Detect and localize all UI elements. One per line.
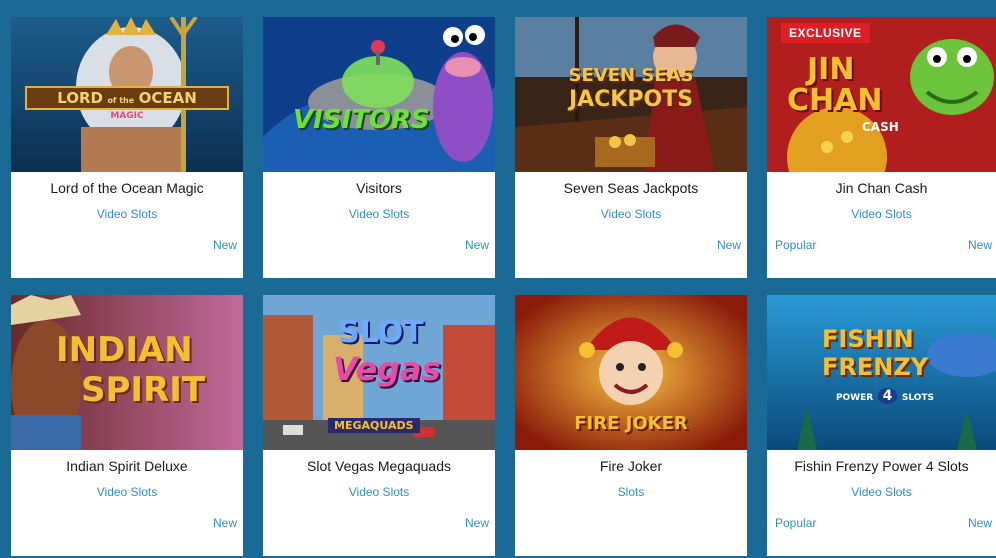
game-thumbnail[interactable]: FIRE JOKER [515,295,747,450]
game-category[interactable]: Video Slots [263,485,495,499]
game-logo: FIRE JOKER [574,413,688,434]
game-card-fire-joker[interactable]: FIRE JOKER Fire Joker Slots [515,295,747,556]
new-badge: New [212,516,237,530]
game-logo-line-3: MEGAQUADS [328,418,420,433]
game-card-indian-spirit-deluxe[interactable]: INDIAN SPIRIT Indian Spirit Deluxe Video… [11,295,243,556]
game-card-visitors[interactable]: VISITORS Visitors Video Slots New [263,17,495,278]
game-thumbnail[interactable]: EXCLUSIVE JIN CHAN CASH [767,17,996,172]
game-thumbnail[interactable]: FISHIN FRENZY POWER 4 SLOTS [767,295,996,450]
game-category[interactable]: Video Slots [263,207,495,221]
game-logo-line-1: FISHIN [822,325,914,353]
game-logo-line-2: JACKPOTS [568,87,694,112]
game-logo-line-1: SEVEN SEAS [568,65,694,86]
exclusive-badge: EXCLUSIVE [781,23,870,43]
game-card-slot-vegas-megaquads[interactable]: SLOT Vegas MEGAQUADS Slot Vegas Megaquad… [263,295,495,556]
game-title[interactable]: Fishin Frenzy Power 4 Slots [767,458,996,474]
game-category[interactable]: Video Slots [515,207,747,221]
new-badge: New [967,238,992,252]
game-logo: VISITORS [293,105,430,135]
game-logo-subtitle: MAGIC [110,111,144,121]
game-logo: LORD of the OCEAN [57,89,197,107]
game-category[interactable]: Video Slots [767,207,996,221]
game-logo-line-1: SLOT [338,315,424,350]
new-badge: New [464,516,489,530]
popular-badge: Popular [775,238,817,252]
game-card-jin-chan-cash[interactable]: EXCLUSIVE JIN CHAN CASH Jin Chan Cash Vi… [767,17,996,278]
game-grid: LORD of the OCEAN MAGIC Lord of the Ocea… [0,0,996,558]
game-thumbnail[interactable]: SEVEN SEAS JACKPOTS [515,17,747,172]
new-badge: New [464,238,489,252]
game-thumbnail[interactable]: INDIAN SPIRIT [11,295,243,450]
game-title[interactable]: Seven Seas Jackpots [515,180,747,196]
game-category[interactable]: Video Slots [11,207,243,221]
game-title[interactable]: Lord of the Ocean Magic [11,180,243,196]
new-badge: New [716,238,741,252]
new-badge: New [967,516,992,530]
game-logo-power-4: POWER 4 SLOTS [835,388,935,404]
game-category[interactable]: Slots [515,485,747,499]
game-logo-line-2: CHAN [787,83,883,118]
game-category[interactable]: Video Slots [11,485,243,499]
game-title[interactable]: Visitors [263,180,495,196]
game-title[interactable]: Fire Joker [515,458,747,474]
game-thumbnail[interactable]: SLOT Vegas MEGAQUADS [263,295,495,450]
game-logo-line-2: FRENZY [822,353,929,381]
game-card-lord-of-the-ocean-magic[interactable]: LORD of the OCEAN MAGIC Lord of the Ocea… [11,17,243,278]
popular-badge: Popular [775,516,817,530]
game-logo-line-2: Vegas [333,350,441,388]
new-badge: New [212,238,237,252]
game-logo-line-3: CASH [862,120,899,134]
game-card-seven-seas-jackpots[interactable]: SEVEN SEAS JACKPOTS Seven Seas Jackpots … [515,17,747,278]
game-title[interactable]: Indian Spirit Deluxe [11,458,243,474]
game-thumbnail[interactable]: LORD of the OCEAN MAGIC [11,17,243,172]
game-logo-line-1: JIN [807,52,855,87]
game-logo-line-2: SPIRIT [81,370,206,410]
game-category[interactable]: Video Slots [767,485,996,499]
game-logo-line-1: INDIAN [56,330,193,370]
game-title[interactable]: Jin Chan Cash [767,180,996,196]
game-card-fishin-frenzy-power-4-slots[interactable]: FISHIN FRENZY POWER 4 SLOTS Fishin Frenz… [767,295,996,556]
visitors-art [263,17,495,172]
game-title[interactable]: Slot Vegas Megaquads [263,458,495,474]
game-thumbnail[interactable]: VISITORS [263,17,495,172]
